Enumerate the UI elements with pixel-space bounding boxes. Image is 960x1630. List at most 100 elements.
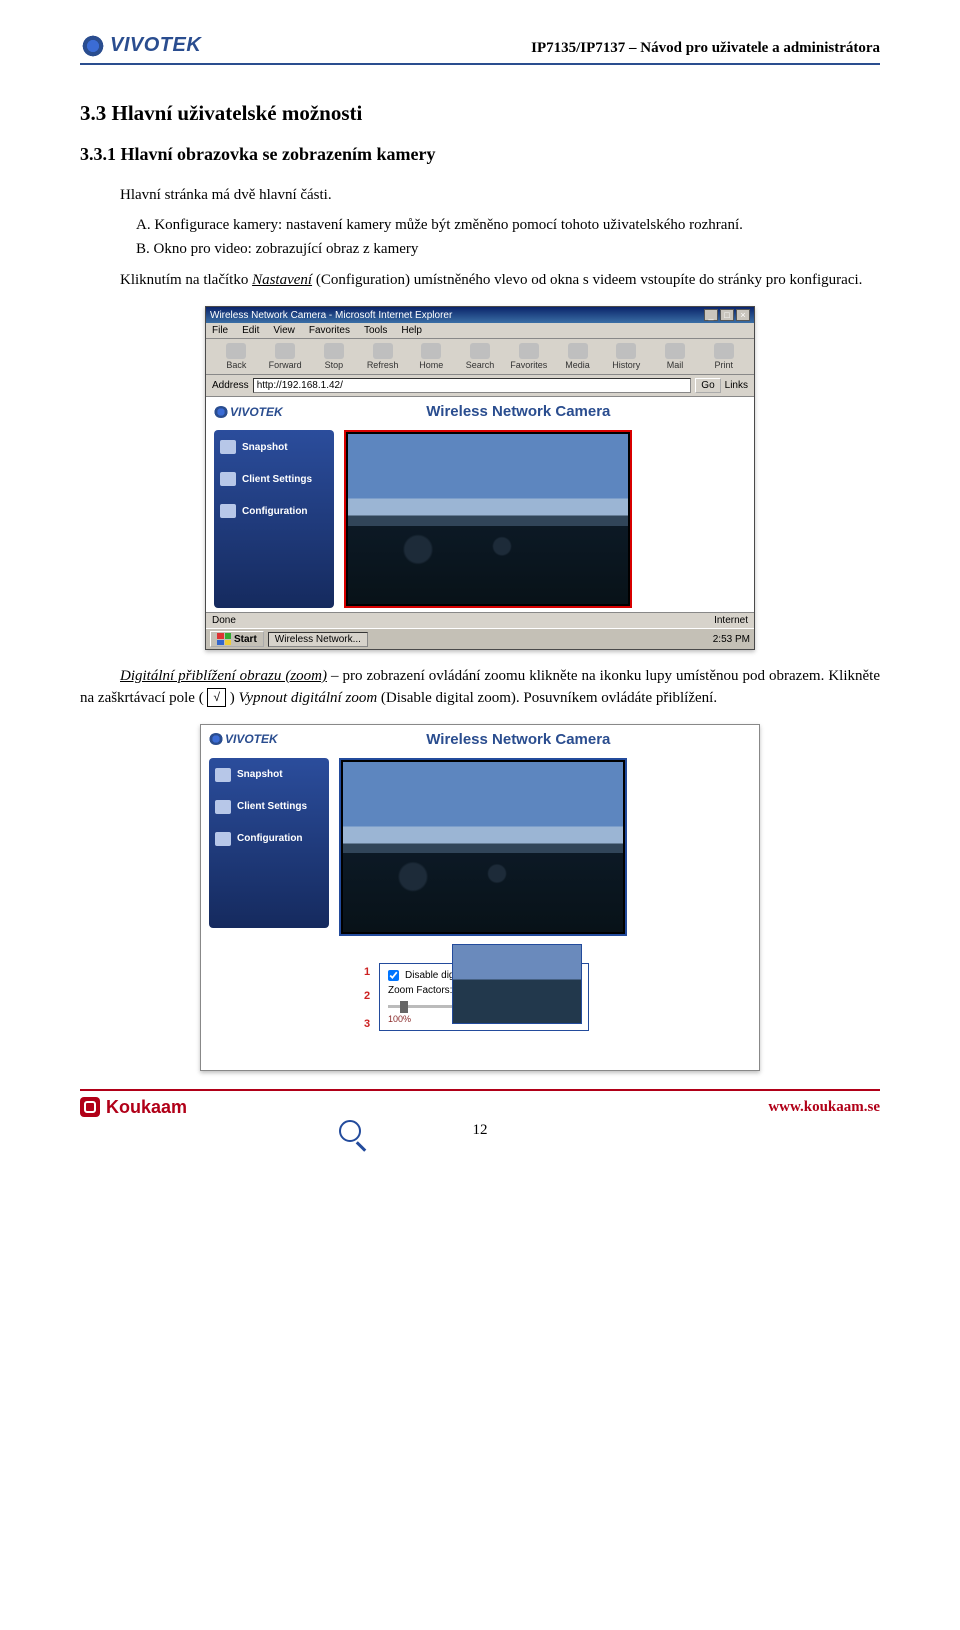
back-icon [226,343,246,359]
vivotek-eye-icon [209,733,223,745]
nav-snapshot[interactable]: Snapshot [215,768,323,782]
koukaam-mark-icon [80,1097,100,1117]
links-label[interactable]: Links [725,380,748,391]
nav-snapshot[interactable]: Snapshot [220,440,328,454]
windows-flag-icon [217,633,231,645]
zoom-popup: 1 2 3 Disable digital zoom Zoom Factors:… [379,963,589,1031]
address-input[interactable] [253,378,692,393]
status-zone: Internet [714,615,748,626]
windows-taskbar: Start Wireless Network... 2:53 PM [206,628,754,649]
magnifier-icon[interactable] [339,1120,361,1142]
maximize-icon[interactable]: □ [720,309,734,321]
vivotek-small-logo: VIVOTEK [214,405,283,419]
vivotek-logo-text: VIVOTEK [110,34,201,57]
mail-icon [665,343,685,359]
callout-2: 2 [364,990,370,1002]
camera-icon [220,440,236,454]
page-number: 12 [80,1122,880,1139]
video-scene-image [348,434,628,604]
menu-favorites[interactable]: Favorites [309,325,350,336]
slider-thumb-icon[interactable] [400,1001,408,1013]
menu-edit[interactable]: Edit [242,325,259,336]
camera-icon [215,768,231,782]
ie-titlebar: Wireless Network Camera - Microsoft Inte… [206,307,754,323]
status-done: Done [212,615,236,626]
tb-refresh[interactable]: Refresh [358,343,407,370]
tb-mail[interactable]: Mail [651,343,700,370]
left-nav: Snapshot Client Settings Configuration [214,430,334,608]
tb-media[interactable]: Media [553,343,602,370]
zoom-heading: Digitální přiblížení obrazu (zoom) [120,668,327,684]
gear-icon [220,472,236,486]
video-scene-image [343,762,623,932]
doc-title: IP7135/IP7137 – Návod pro uživatele a ad… [531,40,880,57]
tb-history[interactable]: History [602,343,651,370]
tb-back[interactable]: Back [212,343,261,370]
checkbox-glyph-icon: √ [207,688,226,707]
page-title: Wireless Network Camera [291,403,746,420]
video-window: (UDP-AV) 2000/01/07 13:09:02 [339,758,627,936]
nav-configuration[interactable]: Configuration [220,504,328,518]
vivotek-eye-icon [214,406,228,418]
menu-file[interactable]: File [212,325,228,336]
list-item-b: B. Okno pro video: zobrazující obraz z k… [80,239,880,261]
nav-client-settings[interactable]: Client Settings [215,800,323,814]
address-label: Address [212,380,249,391]
heading-3-3-1: 3.3.1 Hlavní obrazovka se zobrazením kam… [80,144,880,165]
wrench-icon [215,832,231,846]
print-icon [714,343,734,359]
config-paragraph: Kliknutím na tlačítko Nastavení (Configu… [80,270,880,292]
refresh-icon [373,343,393,359]
screenshot-main-page: Wireless Network Camera - Microsoft Inte… [205,306,755,650]
tb-fav[interactable]: Favorites [504,343,553,370]
gear-icon [215,800,231,814]
zoom-preview-frame [452,944,582,1024]
disable-zoom-ital: Vypnout digitální zoom [239,690,378,706]
start-button[interactable]: Start [210,631,264,647]
page-body: VIVOTEK Wireless Network Camera Snapshot… [206,397,754,612]
nav-configuration[interactable]: Configuration [215,832,323,846]
vivotek-eye-icon [80,35,106,57]
callout-1: 1 [364,966,370,978]
history-icon [616,343,636,359]
video-window: (UDP-AV) 2000/01/07 13:11:01 [344,430,632,608]
stop-icon [324,343,344,359]
list-item-a: A. Konfigurace kamery: nastavení kamery … [80,215,880,237]
tb-search[interactable]: Search [456,343,505,370]
ie-toolbar: Back Forward Stop Refresh Home Search Fa… [206,339,754,375]
disable-zoom-checkbox[interactable] [388,970,399,981]
tb-forward[interactable]: Forward [261,343,310,370]
menu-tools[interactable]: Tools [364,325,387,336]
nav-client-settings[interactable]: Client Settings [220,472,328,486]
left-nav: Snapshot Client Settings Configuration [209,758,329,928]
zoom-factor-label: Zoom Factors: [388,985,452,996]
page-title: Wireless Network Camera [286,731,751,748]
menu-view[interactable]: View [273,325,295,336]
system-tray: 2:53 PM [713,634,750,645]
screenshot-zoom: VIVOTEK Wireless Network Camera Snapshot… [200,724,760,1071]
minimize-icon[interactable]: _ [704,309,718,321]
media-icon [568,343,588,359]
menu-help[interactable]: Help [401,325,422,336]
page-footer: Koukaam www.koukaam.se [80,1089,880,1118]
ie-statusbar: Done Internet [206,612,754,628]
vivotek-logo: VIVOTEK [80,34,201,57]
tb-print[interactable]: Print [699,343,748,370]
tray-clock: 2:53 PM [713,634,750,645]
tb-stop[interactable]: Stop [309,343,358,370]
zoom-preview-image [453,945,581,1023]
ie-addressbar: Address Go Links [206,375,754,397]
page-header: VIVOTEK IP7135/IP7137 – Návod pro uživat… [80,34,880,65]
close-icon[interactable]: × [736,309,750,321]
intro-paragraph: Hlavní stránka má dvě hlavní části. [80,185,880,207]
favorites-icon [519,343,539,359]
wrench-icon [220,504,236,518]
koukaam-url: www.koukaam.se [768,1099,880,1116]
ie-menubar: File Edit View Favorites Tools Help [206,323,754,339]
tb-home[interactable]: Home [407,343,456,370]
go-button[interactable]: Go [695,378,720,393]
zoom-paragraph: Digitální přiblížení obrazu (zoom) – pro… [80,666,880,710]
koukaam-logo: Koukaam [80,1097,187,1118]
taskbar-item[interactable]: Wireless Network... [268,632,368,647]
home-icon [421,343,441,359]
